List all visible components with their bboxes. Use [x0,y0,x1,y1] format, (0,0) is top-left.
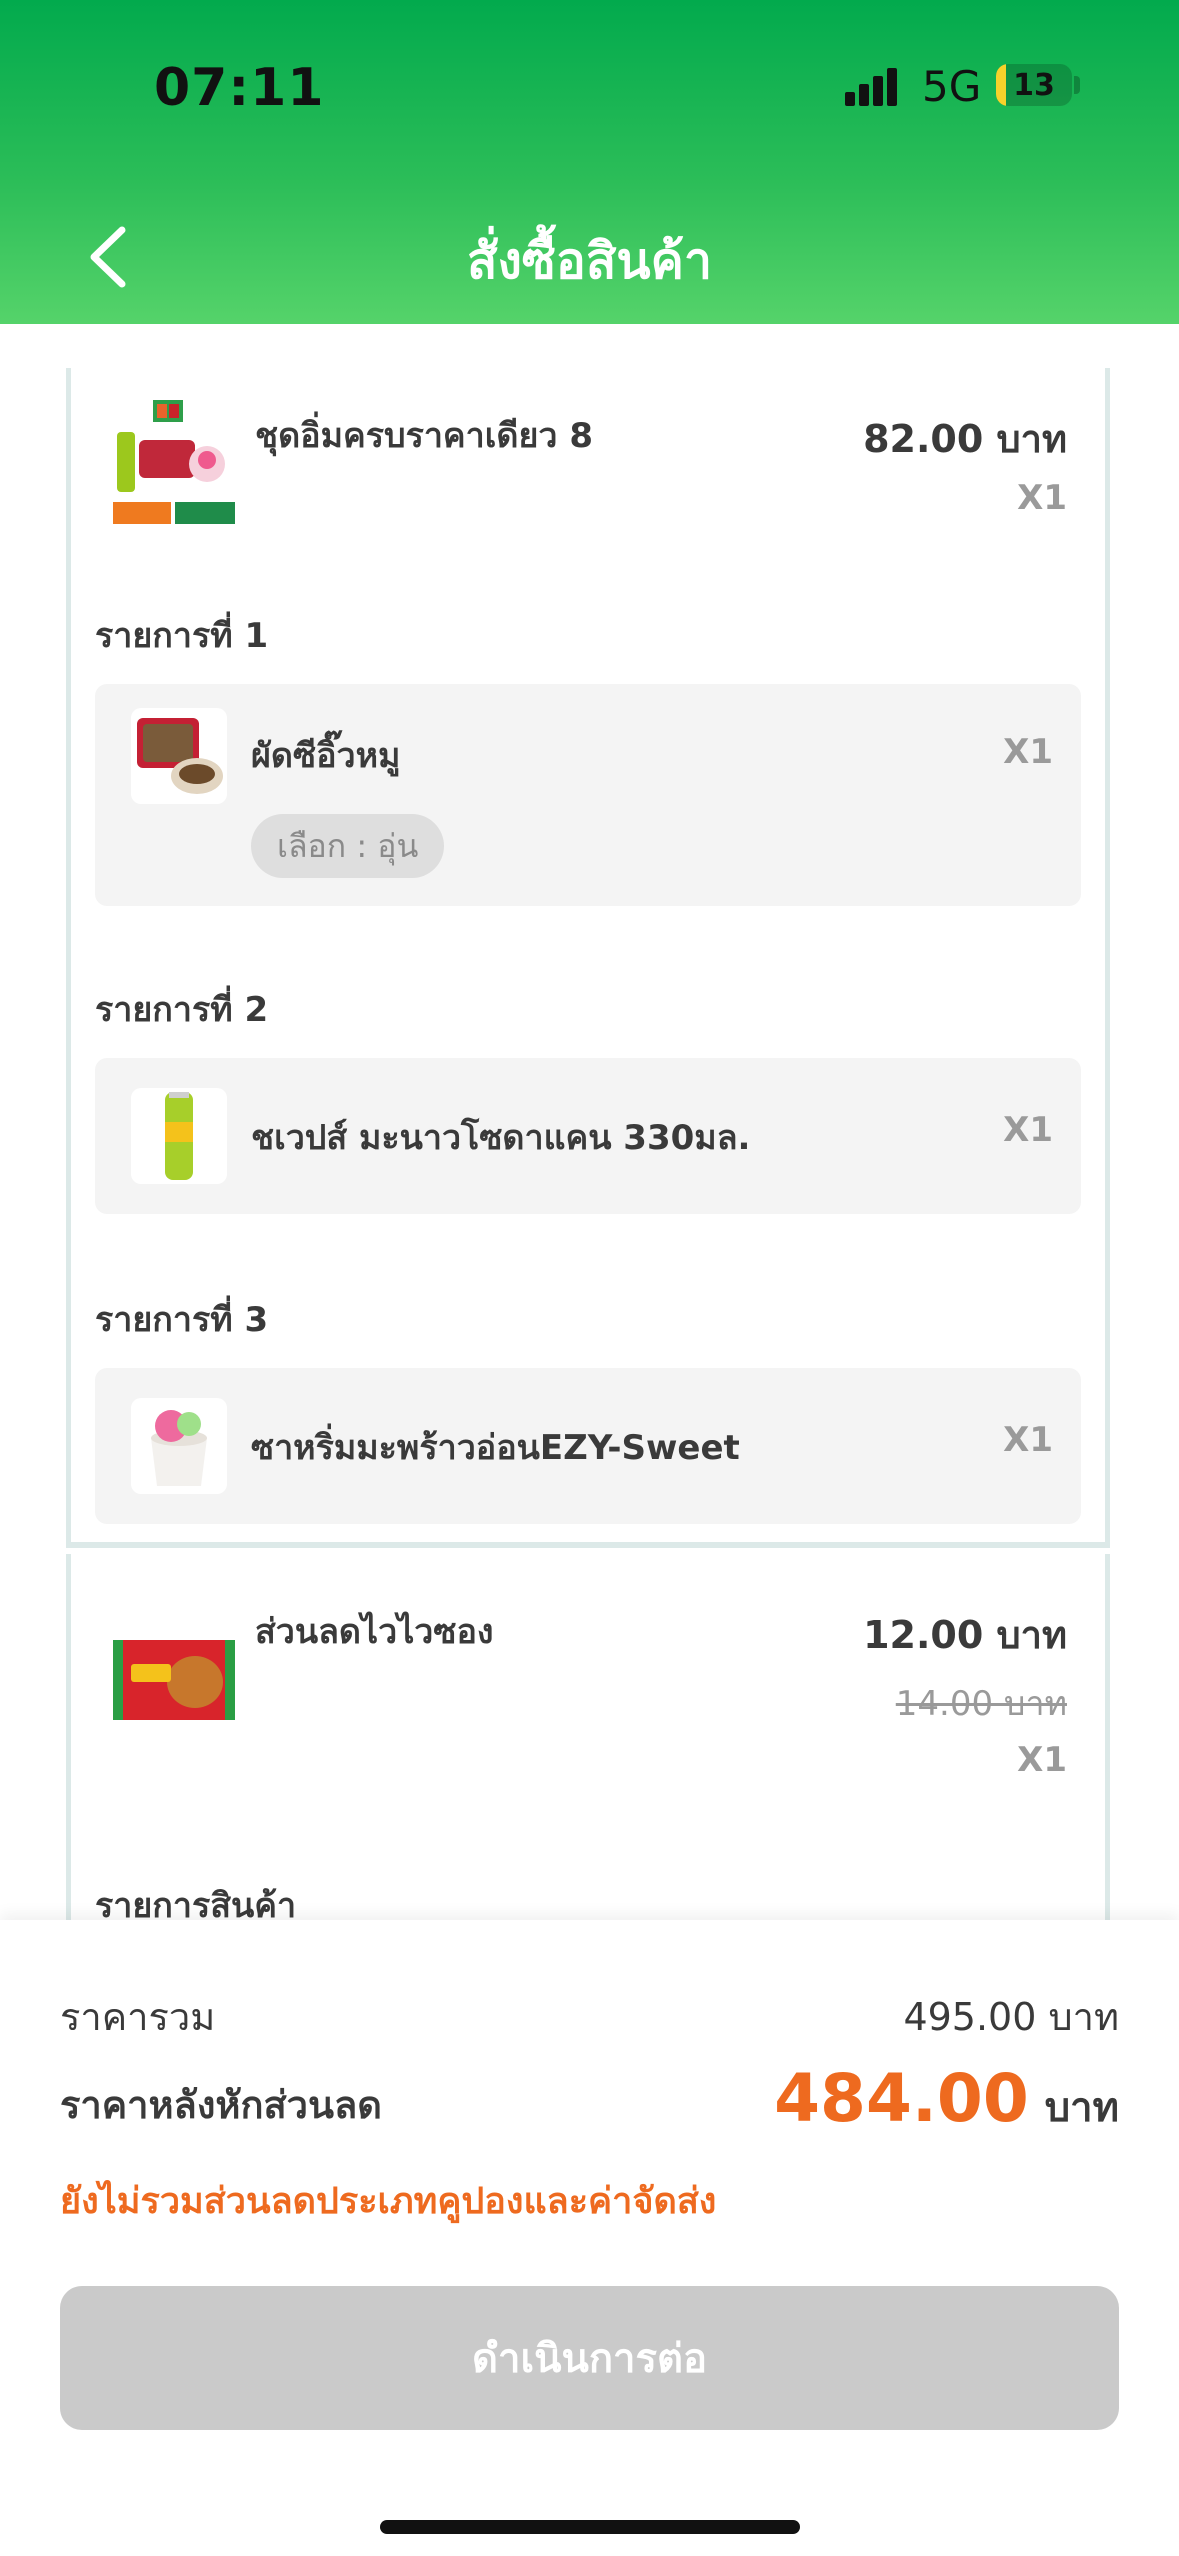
battery-tip [1074,76,1080,94]
discount-item-qty: X1 [1017,1740,1067,1780]
item-1-option-chip: เลือก : อุ่น [251,814,445,878]
item-3-qty: X1 [1003,1420,1053,1460]
discount-product-image [109,1614,239,1744]
bundle-price: 82.00 บาท [863,417,1067,461]
product-list-label: รายการสินค้า [95,1886,297,1920]
item-2-name: ชเวปส์ มะนาวโซดาแคน 330มล. [251,1118,751,1158]
header: 07:11 5G 13 สั่งซื้อสินค้า [0,0,1179,324]
item-2-box: ชเวปส์ มะนาวโซดาแคน 330มล. X1 [95,1058,1081,1214]
discount-note: ยังไม่รวมส่วนลดประเภทคูปองและค่าจัดส่ง [60,2181,717,2222]
item-2-qty: X1 [1003,1110,1053,1150]
final-label: ราคาหลังหักส่วนลด [60,2083,382,2127]
total-value: 495.00 บาท [903,1995,1119,2039]
item-2-image [131,1088,227,1184]
item-2-label: รายการที่ 2 [95,990,269,1030]
signal-icon [845,66,901,106]
item-1-name: ผัดซีอิ๊วหมู [251,736,401,776]
discount-item-card: ส่วนลดไวไวซอง 12.00 บาท 14.00 บาท X1 ราย… [66,1554,1110,1920]
bundle-qty: X1 [1017,478,1067,518]
discount-item-name: ส่วนลดไวไวซอง [255,1612,494,1652]
network-type: 5G [922,62,982,111]
total-label: ราคารวม [60,1995,216,2039]
item-3-box: ซาหริ่มมะพร้าวอ่อนEZY-Sweet X1 [95,1368,1081,1524]
order-content[interactable]: ชุดอิ่มครบราคาเดียว 8 82.00 บาท X1 รายกา… [0,324,1179,1920]
item-1-qty: X1 [1003,732,1053,772]
price-summary: ราคารวม 495.00 บาท ราคาหลังหักส่วนลด 484… [0,1920,1179,2556]
page-title: สั่งซื้อสินค้า [466,232,713,290]
discount-item-old-price: 14.00 บาท [895,1684,1067,1724]
item-3-name: ซาหริ่มมะพร้าวอ่อนEZY-Sweet [251,1428,740,1468]
item-3-image [131,1398,227,1494]
item-1-label: รายการที่ 1 [95,616,269,656]
final-unit: บาท [1044,2085,1119,2131]
home-indicator [380,2520,800,2534]
battery-icon: 13 [996,64,1072,106]
discount-item-price: 12.00 บาท [863,1613,1067,1657]
item-1-image [131,708,227,804]
bundle-name: ชุดอิ่มครบราคาเดียว 8 [255,416,593,456]
continue-button[interactable]: ดำเนินการต่อ [60,2286,1119,2430]
final-amount: 484.00 [774,2060,1029,2137]
status-time: 07:11 [154,58,325,118]
bundle-product-image [109,396,239,526]
battery-level: 13 [1013,68,1055,103]
final-price: 484.00 บาท [774,2060,1119,2139]
item-1-box: ผัดซีอิ๊วหมู X1 เลือก : อุ่น [95,684,1081,906]
item-3-label: รายการที่ 3 [95,1300,269,1340]
bundle-card: ชุดอิ่มครบราคาเดียว 8 82.00 บาท X1 รายกา… [66,368,1110,1548]
